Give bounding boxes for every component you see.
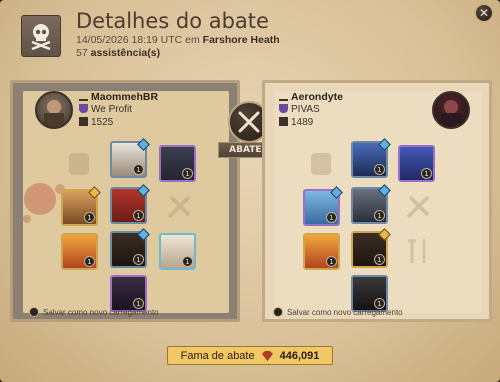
shoes-slot[interactable]: 1: [351, 228, 391, 268]
quantity-icon: 1: [182, 168, 193, 179]
head-slot[interactable]: 1: [351, 138, 391, 178]
cape-slot[interactable]: 1: [159, 145, 196, 182]
cape-slot[interactable]: 1: [398, 145, 435, 182]
kill-fame-value: 446,091: [279, 349, 320, 362]
food-slot[interactable]: 1: [159, 233, 196, 270]
killer-ip-text: 1525: [91, 117, 114, 128]
victim-card: Aerondyte PIVAS 1489 1 1 1 1 1 1 1 Salva…: [262, 80, 492, 322]
save-loadout-icon: [29, 307, 39, 317]
empty-food-slot-icon: [408, 239, 426, 263]
item-power-icon: [79, 117, 88, 126]
save-loadout-icon: [273, 307, 283, 317]
main-hand-slot[interactable]: 1: [303, 186, 343, 226]
victim-name-text: Aerondyte: [291, 91, 343, 103]
armor-slot[interactable]: 1: [351, 184, 391, 224]
killer-guild[interactable]: We Profit: [79, 104, 132, 115]
victim-guild-text: PIVAS: [291, 104, 320, 115]
killer-name[interactable]: MaommehBR: [79, 91, 158, 103]
killer-guild-text: We Profit: [91, 104, 132, 115]
killer-save-label: Salvar como novo carregamento: [43, 307, 159, 317]
killer-save-loadout[interactable]: Salvar como novo carregamento: [29, 307, 159, 317]
quantity-icon: 1: [326, 212, 337, 223]
killer-item-power: 1525: [79, 117, 113, 128]
kill-time-location: 14/05/2026 18:19 UTC em Farshore Heath: [76, 34, 280, 46]
kill-details-window: Detalhes do abate 14/05/2026 18:19 UTC e…: [0, 0, 500, 382]
empty-offhand-slot-icon: [406, 195, 430, 219]
close-button[interactable]: ✕: [474, 3, 494, 23]
armor-slot[interactable]: 1: [110, 184, 150, 224]
guild-shield-icon: [79, 104, 88, 113]
skull-crossbones-icon: [21, 15, 61, 57]
empty-bag-slot-icon: [311, 153, 331, 175]
quantity-icon: 1: [326, 256, 337, 267]
assists-label[interactable]: assistência(s): [91, 47, 160, 59]
killer-avatar[interactable]: [35, 91, 73, 129]
item-power-icon: [279, 117, 288, 126]
kill-timestamp: 14/05/2026 18:19 UTC em: [76, 34, 200, 46]
crown-icon: [79, 92, 88, 101]
potion-slot[interactable]: 1: [303, 233, 340, 270]
close-icon: ✕: [478, 6, 490, 20]
quantity-icon: 1: [133, 210, 144, 221]
crown-icon: [279, 92, 288, 101]
assists-line: 57 assistência(s): [76, 47, 160, 59]
victim-save-loadout[interactable]: Salvar como novo carregamento: [273, 307, 403, 317]
kill-fame-bar: Fama de abate 446,091: [167, 346, 333, 365]
page-title: Detalhes do abate: [76, 9, 269, 33]
killer-name-text: MaommehBR: [91, 91, 159, 103]
quantity-icon: 1: [133, 254, 144, 265]
victim-name[interactable]: Aerondyte: [279, 91, 343, 103]
kill-location[interactable]: Farshore Heath: [203, 34, 280, 46]
empty-offhand-slot-icon: [167, 195, 191, 219]
quantity-icon: 1: [374, 210, 385, 221]
victim-guild[interactable]: PIVAS: [279, 104, 320, 115]
killer-card: MaommehBR We Profit 1525 1 1 1 1 1 1 1 1…: [10, 80, 240, 322]
victim-item-power: 1489: [279, 117, 313, 128]
potion-slot[interactable]: 1: [61, 233, 98, 270]
victim-ip-text: 1489: [291, 117, 314, 128]
victim-save-label: Salvar como novo carregamento: [287, 307, 403, 317]
shoes-slot[interactable]: 1: [110, 228, 150, 268]
quantity-icon: 1: [84, 212, 95, 223]
head-slot[interactable]: 1: [110, 138, 150, 178]
quantity-icon: 1: [133, 164, 144, 175]
assists-count: 57: [76, 47, 88, 59]
quantity-icon: 1: [374, 254, 385, 265]
empty-bag-slot-icon: [69, 153, 89, 175]
quantity-icon: 1: [182, 256, 193, 267]
fame-gem-icon: [261, 350, 273, 361]
main-hand-slot[interactable]: 1: [61, 186, 101, 226]
victim-avatar[interactable]: [432, 91, 470, 129]
guild-shield-icon: [279, 104, 288, 113]
quantity-icon: 1: [84, 256, 95, 267]
kill-fame-label: Fama de abate: [180, 349, 255, 362]
quantity-icon: 1: [421, 168, 432, 179]
quantity-icon: 1: [374, 164, 385, 175]
